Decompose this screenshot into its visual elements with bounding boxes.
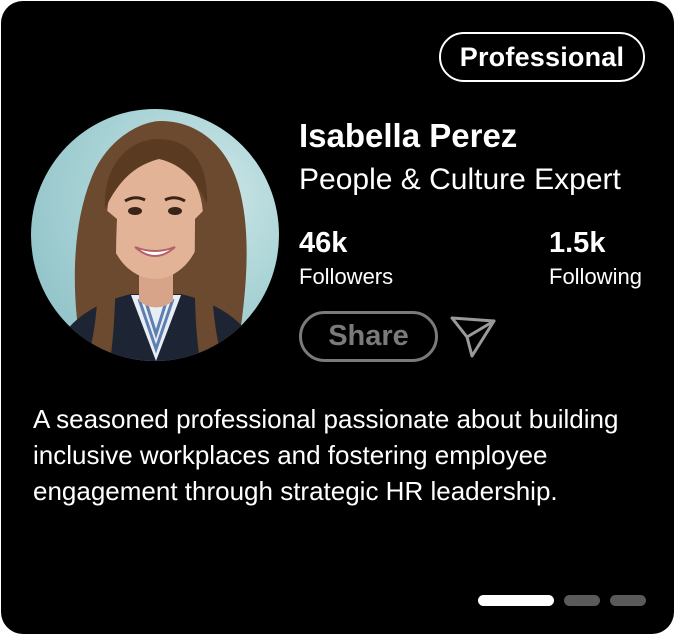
avatar (31, 109, 279, 361)
pagination-dot[interactable] (610, 595, 646, 606)
following-count: 1.5k (549, 227, 606, 259)
paper-plane-icon[interactable] (449, 315, 497, 359)
profile-bio: A seasoned professional passionate about… (33, 404, 619, 506)
share-button[interactable]: Share (299, 311, 438, 362)
profile-photo-illustration (51, 121, 263, 361)
profile-card: Professional Isabella Perez People & Cul… (1, 1, 674, 634)
profile-title: People & Culture Expert (299, 163, 621, 196)
profile-name: Isabella Perez (299, 117, 518, 154)
professional-badge: Professional (439, 32, 645, 82)
followers-label: Followers (299, 264, 394, 289)
pagination-dot-active[interactable] (478, 595, 554, 606)
pagination-dot[interactable] (564, 595, 600, 606)
following-label: Following (549, 264, 642, 289)
followers-count: 46k (299, 227, 348, 259)
